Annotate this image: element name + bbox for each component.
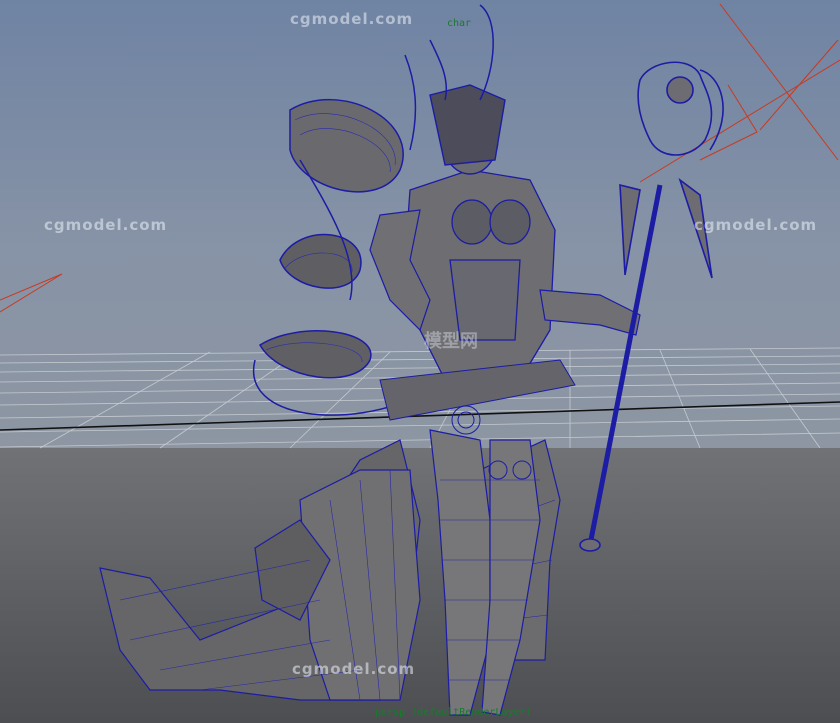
hud-top-label: char — [447, 18, 472, 29]
watermark-logo: 模型网 — [424, 331, 478, 352]
viewport-scene — [0, 0, 840, 723]
maya-perspective-viewport[interactable]: cgmodel.com cgmodel.com cgmodel.com cgmo… — [0, 0, 840, 723]
camera-label: persp (defaultRenderLayer) — [375, 707, 532, 718]
watermark-right: cgmodel.com — [694, 216, 818, 234]
watermark-left: cgmodel.com — [44, 216, 168, 234]
watermark-bottom: cgmodel.com — [292, 660, 416, 678]
watermark-top: cgmodel.com — [290, 10, 414, 28]
